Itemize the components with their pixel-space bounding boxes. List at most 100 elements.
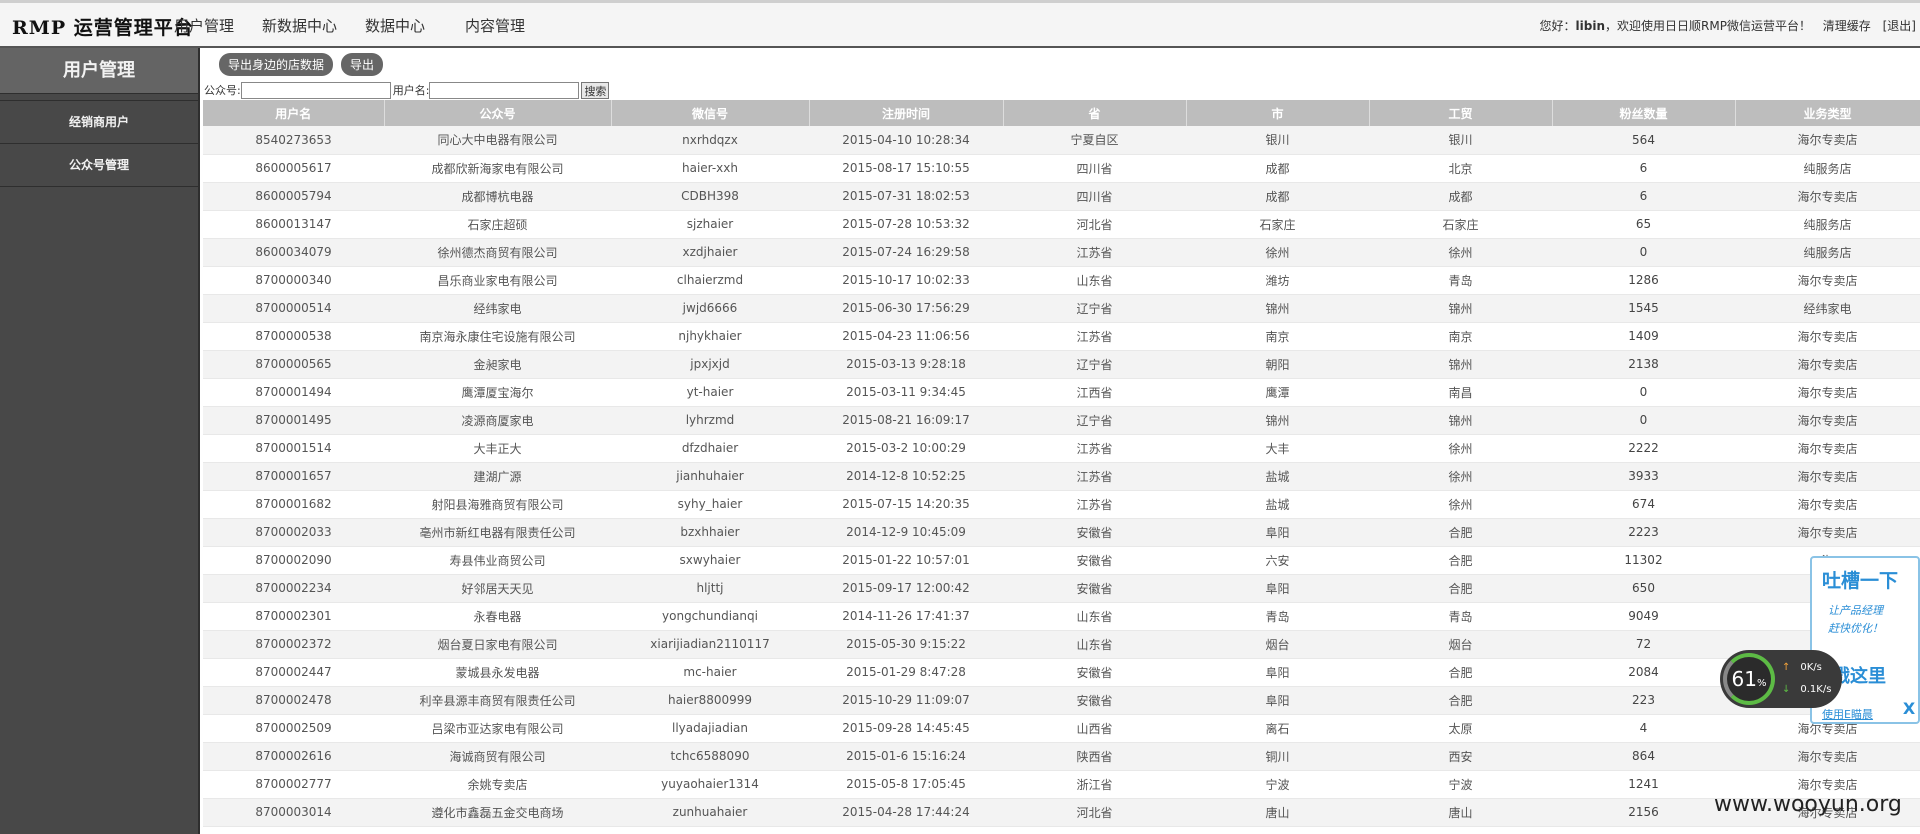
table-cell: 2156: [1552, 798, 1735, 827]
table-cell: 2015-05-30 9:15:22: [809, 630, 1003, 659]
nav-user-management[interactable]: 用户管理: [174, 15, 234, 36]
export-button[interactable]: 导出: [341, 52, 384, 76]
account-search-input[interactable]: [240, 81, 391, 99]
greeting-prefix: 您好：: [1539, 19, 1576, 33]
table-cell: 烟台夏日家电有限公司: [384, 630, 611, 659]
table-row[interactable]: 8700002372 烟台夏日家电有限公司 xiarijiadian2110117 2…: [203, 630, 1920, 659]
table-cell: 1409: [1552, 322, 1735, 351]
table-cell: 2015-04-23 11:06:56: [809, 322, 1003, 351]
logout-link[interactable]: [退出]: [1883, 19, 1916, 33]
table-cell: 2015-10-17 10:02:33: [809, 266, 1003, 295]
table-cell: 3933: [1552, 462, 1735, 491]
clear-cache-link[interactable]: 清理缓存: [1823, 19, 1871, 33]
table-cell: yt-haier: [611, 378, 809, 407]
search-bar: 公众号: 用户名: 搜索: [203, 80, 1920, 100]
table-row[interactable]: 8700002777 余姚专卖店 yuyaohaier1314 2015-05-8 1…: [203, 770, 1920, 799]
table-row[interactable]: 8700000514 经纬家电 jwjd6666 2015-06-30 17:56:2…: [203, 294, 1920, 323]
table-cell: 纯服务店: [1735, 238, 1920, 267]
table-cell: 8700002447: [203, 658, 384, 687]
table-cell: 寿县伟业商贸公司: [384, 546, 611, 575]
table-row[interactable]: 8700001682 射阳县海雅商贸有限公司 syhy_haier 2015-07-1…: [203, 490, 1920, 519]
table-row[interactable]: 8700002478 利辛县源丰商贸有限责任公司 haier8800999 2015-…: [203, 686, 1920, 715]
table-cell: 2015-09-17 12:00:42: [809, 574, 1003, 603]
table-cell: 2015-03-2 10:00:29: [809, 434, 1003, 463]
table-cell: 徐州: [1186, 238, 1369, 267]
table-cell: 864: [1552, 742, 1735, 771]
account-label: 公众号:: [204, 84, 241, 97]
table-row[interactable]: 8700001495 凌源商厦家电 lyhrzmd 2015-08-21 16:09:…: [203, 406, 1920, 435]
sidebar-item-dealer-users[interactable]: 经销商用户: [0, 101, 198, 144]
username-search-input[interactable]: [429, 81, 580, 99]
table-cell: 江西省: [1003, 378, 1186, 407]
table-cell: 564: [1552, 126, 1735, 155]
table-row[interactable]: 8700002234 好邻居天天见 hljttj 2015-09-17 12:00:4…: [203, 574, 1920, 603]
nav-new-data-center[interactable]: 新数据中心: [262, 15, 337, 36]
table-row[interactable]: 8700000538 南京海永康住宅设施有限公司 njhykhaier 2015-04…: [203, 322, 1920, 351]
feedback-link[interactable]: 使用E瞄晨: [1822, 706, 1873, 722]
table-row[interactable]: 8600005617 成都欣新海家电有限公司 haier-xxh 2015-08-17…: [203, 154, 1920, 183]
table-row[interactable]: 8600034079 徐州德杰商贸有限公司 xzdjhaier 2015-07-24 …: [203, 238, 1920, 267]
table-cell: 2015-07-31 18:02:53: [809, 182, 1003, 211]
table-cell: 2138: [1552, 350, 1735, 379]
table-cell: zunhuahaier: [611, 798, 809, 827]
table-cell: 亳州市新红电器有限责任公司: [384, 518, 611, 547]
table-row[interactable]: 8540273653 同心大中电器有限公司 nxrhdqzx 2015-04-10 1…: [203, 126, 1920, 155]
table-cell: 潍坊: [1186, 266, 1369, 295]
table-cell: 2015-07-15 14:20:35: [809, 490, 1003, 519]
table-cell: 2015-10-29 11:09:07: [809, 686, 1003, 715]
network-speed-widget: 61% ↑ 0K/s ↓ 0.1K/s: [1720, 650, 1842, 708]
table-cell: 阜阳: [1186, 518, 1369, 547]
table-row[interactable]: 8700002509 吕梁市亚达家电有限公司 llyadajiadian 2015-0…: [203, 714, 1920, 743]
greeting-suffix: ，欢迎使用日日顺RMP微信运营平台！: [1605, 19, 1811, 33]
table-row[interactable]: 8700001514 大丰正大 dfzdhaier 2015-03-2 10:00:2…: [203, 434, 1920, 463]
speed-percent-unit: %: [1756, 678, 1767, 689]
table-cell: 650: [1552, 574, 1735, 603]
table-row[interactable]: 8700000565 金昶家电 jpxjxjd 2015-03-13 9:28:18 辽…: [203, 350, 1920, 379]
table-cell: 2223: [1552, 518, 1735, 547]
table-row[interactable]: 8700001494 鹰潭厦宝海尔 yt-haier 2015-03-11 9:34:…: [203, 378, 1920, 407]
table-cell: 永春电器: [384, 602, 611, 631]
table-cell: 成都欣新海家电有限公司: [384, 154, 611, 183]
table-cell: 72: [1552, 630, 1735, 659]
table-cell: 余姚专卖店: [384, 770, 611, 799]
table-cell: 8700000340: [203, 266, 384, 295]
table-cell: 凌源商厦家电: [384, 406, 611, 435]
table-cell: 8600013147: [203, 210, 384, 239]
table-row[interactable]: 8700001657 建湖广源 jianhuhaier 2014-12-8 10:52…: [203, 462, 1920, 491]
table-row[interactable]: 8700000340 昌乐商业家电有限公司 clhaierzmd 2015-10-17…: [203, 266, 1920, 295]
table-cell: 2222: [1552, 434, 1735, 463]
table-row[interactable]: 8600005794 成都博杭电器 CDBH398 2015-07-31 18:02:…: [203, 182, 1920, 211]
search-button[interactable]: 搜索: [581, 81, 610, 99]
table-cell: 674: [1552, 490, 1735, 519]
table-cell: 山东省: [1003, 266, 1186, 295]
table-cell: tchc6588090: [611, 742, 809, 771]
nav-content-management[interactable]: 内容管理: [465, 15, 525, 36]
nav-data-center[interactable]: 数据中心: [365, 15, 425, 36]
table-row[interactable]: 8700002447 蒙城县永发电器 mc-haier 2015-01-29 8:47…: [203, 658, 1920, 687]
close-icon[interactable]: X: [1900, 700, 1918, 718]
table-row[interactable]: 8700002616 海诚商贸有限公司 tchc6588090 2015-01-6 1…: [203, 742, 1920, 771]
table-cell: 海尔专卖店: [1735, 266, 1920, 295]
table-row[interactable]: 8600013147 石家庄超硕 sjzhaier 2015-07-28 10:53:…: [203, 210, 1920, 239]
table-row[interactable]: 8700002301 永春电器 yongchundianqi 2014-11-26 1…: [203, 602, 1920, 631]
upload-speed: ↑ 0K/s: [1782, 662, 1822, 673]
column-header: 业务类型: [1735, 100, 1920, 126]
table-row[interactable]: 8700002090 寿县伟业商贸公司 sxwyhaier 2015-01-22 10…: [203, 546, 1920, 575]
table-row[interactable]: 8700002033 亳州市新红电器有限责任公司 bzxhhaier 2014-12-…: [203, 518, 1920, 547]
sidebar-item-account-management[interactable]: 公众号管理: [0, 144, 198, 187]
main-content: 导出身边的店数据 导出 公众号: 用户名: 搜索 用户名 公众号 微信号 注册时间省市…: [203, 48, 1920, 834]
table-cell: 山东省: [1003, 630, 1186, 659]
table-cell: 鹰潭: [1186, 378, 1369, 407]
table-cell: 成都博杭电器: [384, 182, 611, 211]
table-cell: 离石: [1186, 714, 1369, 743]
table-row[interactable]: 8700003014 遵化市鑫磊五金交电商场 zunhuahaier 2015-04-…: [203, 798, 1920, 827]
table-cell: 2014-11-26 17:41:37: [809, 602, 1003, 631]
table-cell: 8700000514: [203, 294, 384, 323]
table-cell: 辽宁省: [1003, 294, 1186, 323]
table-cell: 辽宁省: [1003, 406, 1186, 435]
table-cell: 安徽省: [1003, 546, 1186, 575]
table-cell: dfzdhaier: [611, 434, 809, 463]
table-cell: 2084: [1552, 658, 1735, 687]
export-nearby-stores-button[interactable]: 导出身边的店数据: [219, 52, 334, 76]
table-cell: 海尔专卖店: [1735, 490, 1920, 519]
